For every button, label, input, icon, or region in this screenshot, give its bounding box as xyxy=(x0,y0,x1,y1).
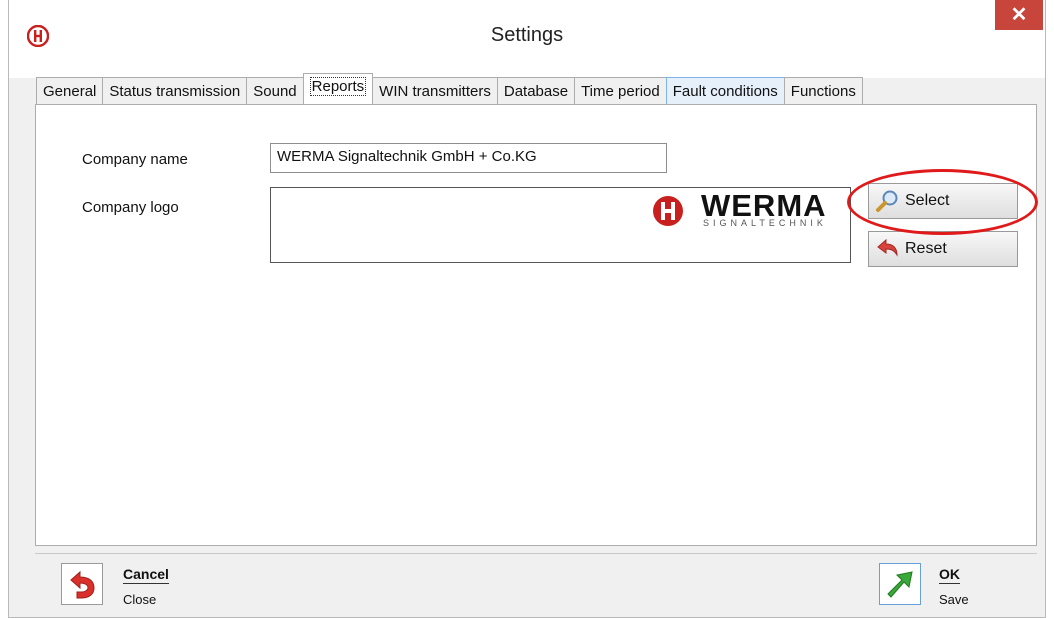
logo-subtitle: SIGNALTECHNIK xyxy=(703,218,827,228)
tab-label: WIN transmitters xyxy=(379,83,491,100)
company-name-field[interactable]: WERMA Signaltechnik GmbH + Co.KG xyxy=(270,143,667,173)
tab-label: Status transmission xyxy=(109,83,241,100)
settings-window: Settings ✕ General Status transmission S… xyxy=(8,0,1046,618)
tab-label: Sound xyxy=(253,83,297,100)
tab-label: Functions xyxy=(790,83,856,100)
company-logo-preview[interactable]: WERMA SIGNALTECHNIK xyxy=(270,187,851,263)
tab-win-transmitters[interactable]: WIN transmitters xyxy=(372,77,498,105)
ok-arrow-icon[interactable] xyxy=(879,563,921,605)
tab-time-period[interactable]: Time period xyxy=(574,77,667,105)
cancel-icon[interactable] xyxy=(61,563,103,605)
ok-title[interactable]: OK xyxy=(939,566,960,584)
magnifier-icon xyxy=(876,190,898,212)
cancel-subtitle: Close xyxy=(123,592,157,607)
tab-reports[interactable]: Reports xyxy=(302,73,374,104)
select-button[interactable]: Select xyxy=(868,183,1018,219)
tab-label: Database xyxy=(503,83,569,100)
ok-subtitle: Save xyxy=(939,592,969,607)
tab-functions[interactable]: Functions xyxy=(783,77,863,105)
reset-button-label: Reset xyxy=(905,240,947,257)
tab-fault-conditions[interactable]: Fault conditions xyxy=(665,77,785,105)
footer-divider xyxy=(35,553,1037,554)
company-name-label: Company name xyxy=(82,151,188,168)
tab-label: General xyxy=(43,83,97,100)
tab-label: Time period xyxy=(581,83,660,100)
reports-panel: Company name WERMA Signaltechnik GmbH + … xyxy=(35,104,1037,546)
title-bar: Settings ✕ xyxy=(9,0,1045,78)
undo-arrow-icon xyxy=(877,238,898,257)
tab-sound[interactable]: Sound xyxy=(246,77,304,105)
tab-label: Reports xyxy=(309,77,367,96)
tab-bar: General Status transmission Sound Report… xyxy=(36,73,863,105)
close-icon[interactable]: ✕ xyxy=(995,0,1043,30)
werma-logo-icon xyxy=(653,196,683,226)
tab-label: Fault conditions xyxy=(672,83,778,100)
company-logo-label: Company logo xyxy=(82,199,179,216)
cancel-title[interactable]: Cancel xyxy=(123,566,169,584)
tab-status-transmission[interactable]: Status transmission xyxy=(102,77,248,105)
tab-general[interactable]: General xyxy=(36,77,104,105)
window-title: Settings xyxy=(490,24,564,46)
tab-database[interactable]: Database xyxy=(496,77,576,105)
reset-button[interactable]: Reset xyxy=(868,231,1018,267)
select-button-label: Select xyxy=(905,192,950,209)
